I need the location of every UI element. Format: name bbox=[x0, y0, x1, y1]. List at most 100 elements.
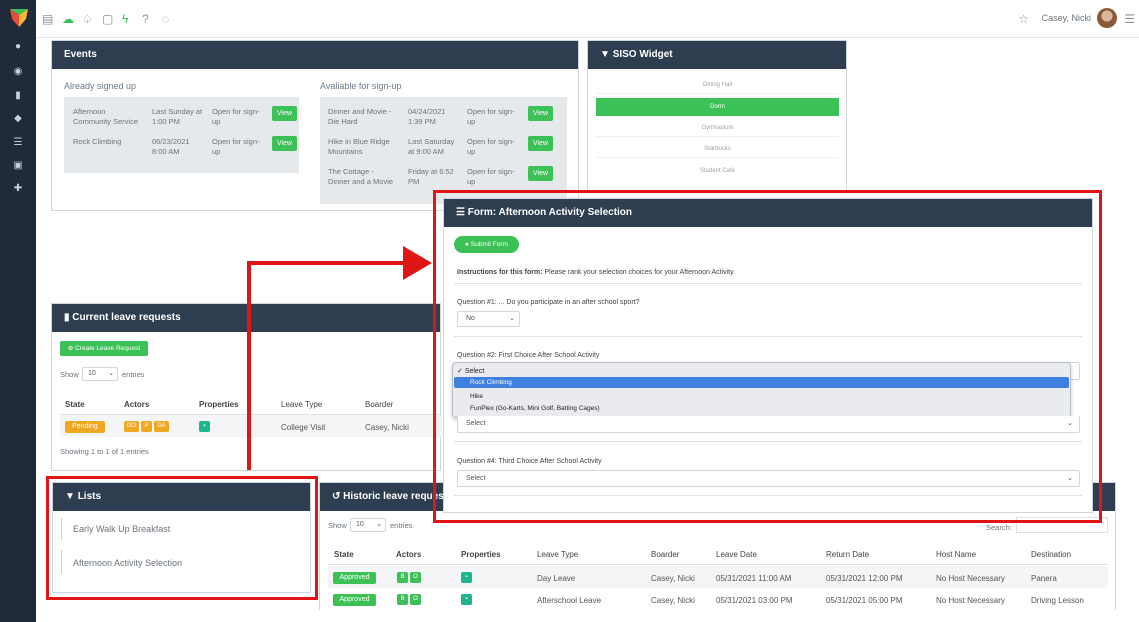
pin-icon: ▼ bbox=[65, 491, 78, 502]
comment-icon[interactable]: ▪ bbox=[199, 421, 210, 432]
comment-icon[interactable]: ▪ bbox=[461, 594, 472, 605]
event-name: Afternoon Community Service bbox=[73, 107, 139, 126]
form-modal: ☰ Form: Afternoon Activity Selection ● S… bbox=[443, 198, 1093, 513]
status-badge: Pending bbox=[65, 421, 105, 433]
dropdown-option[interactable]: Hike bbox=[470, 393, 483, 400]
column-header[interactable]: Leave Type bbox=[537, 550, 578, 559]
view-button[interactable]: View bbox=[272, 136, 297, 151]
event-date: Friday at 6:52 PM bbox=[408, 167, 454, 186]
siso-location[interactable]: Student Cafe bbox=[596, 163, 839, 180]
siso-widget: ▼ SISO Widget Dining Hall Dorm Gymnasium… bbox=[587, 40, 847, 192]
column-header[interactable]: Boarder bbox=[651, 550, 679, 559]
bolt-icon[interactable]: ϟ bbox=[122, 12, 128, 26]
show-label: Show bbox=[60, 370, 79, 379]
column-header[interactable]: State bbox=[334, 550, 354, 559]
siso-location[interactable]: Starbucks bbox=[596, 141, 839, 158]
leave-type-cell: Afterschool Leave bbox=[537, 596, 602, 605]
chat-icon[interactable]: ◆ bbox=[12, 113, 24, 125]
actor-badge: O bbox=[410, 594, 421, 605]
column-header[interactable]: Properties bbox=[461, 550, 501, 559]
siso-location[interactable]: Gymnasium bbox=[596, 120, 839, 137]
destination-cell: Driving Lesson bbox=[1031, 596, 1084, 605]
column-header[interactable]: Leave Date bbox=[716, 550, 757, 559]
entries-label: entries bbox=[390, 521, 413, 530]
list-icon[interactable]: ☰ bbox=[12, 137, 24, 149]
comment-icon[interactable]: ▪ bbox=[461, 572, 472, 583]
submit-form-button[interactable]: ● Submit Form bbox=[454, 236, 519, 253]
create-leave-button[interactable]: ⊕ Create Leave Request bbox=[60, 341, 148, 356]
question-1-label: Question #1: ... Do you participate in a… bbox=[457, 299, 640, 306]
view-button[interactable]: View bbox=[528, 106, 553, 121]
search-label: Search: bbox=[986, 523, 1012, 532]
lists-panel: ▼ Lists Early Walk Up Breakfast Afternoo… bbox=[52, 482, 311, 593]
status-badge: Approved bbox=[333, 572, 376, 584]
list-item[interactable]: Early Walk Up Breakfast bbox=[73, 524, 170, 534]
siso-title: ▼ SISO Widget bbox=[588, 41, 846, 69]
view-button[interactable]: View bbox=[272, 106, 297, 121]
events-panel: Events Already signed up Avaliable for s… bbox=[51, 40, 579, 211]
event-date: Last Sunday at 1:00 PM bbox=[152, 107, 203, 126]
siso-location[interactable]: Dining Hall bbox=[596, 77, 839, 94]
column-header[interactable]: State bbox=[65, 400, 85, 409]
table-footer: Showing 1 to 1 of 1 entries bbox=[60, 447, 149, 456]
dropdown-option[interactable]: ✓ Select bbox=[457, 367, 484, 375]
question-3-select[interactable]: Select ⌄ bbox=[457, 416, 1080, 433]
event-status: Open for sign-up bbox=[212, 137, 260, 156]
signed-up-heading: Already signed up bbox=[64, 81, 137, 91]
available-heading: Avaliable for sign-up bbox=[320, 81, 402, 91]
entries-label: entries bbox=[122, 370, 145, 379]
bell-icon[interactable]: ♤ bbox=[82, 12, 93, 26]
event-date: Last Saturday at 9:00 AM bbox=[408, 137, 455, 156]
view-button[interactable]: View bbox=[528, 136, 553, 151]
image-icon[interactable]: ▣ bbox=[12, 160, 24, 172]
events-title: Events bbox=[52, 41, 578, 69]
leave-date-cell: 05/31/2021 11:00 AM bbox=[716, 574, 792, 583]
event-date: 04/24/2021 1:39 PM bbox=[408, 107, 446, 126]
siso-location-active[interactable]: Dorm bbox=[596, 98, 839, 116]
host-cell: No Host Necessary bbox=[936, 596, 1005, 605]
actor-badge: O bbox=[410, 572, 421, 583]
actor-badge: P bbox=[141, 421, 152, 432]
return-date-cell: 05/31/2021 05:00 PM bbox=[826, 596, 903, 605]
message-icon[interactable]: ◌ bbox=[162, 12, 169, 26]
dashboard-icon[interactable]: ◉ bbox=[12, 66, 24, 78]
dropdown-option-highlight[interactable] bbox=[454, 377, 1069, 388]
avatar[interactable] bbox=[1097, 8, 1117, 28]
dropdown-option[interactable]: Rock Climbing bbox=[470, 379, 512, 386]
app-logo[interactable] bbox=[8, 6, 30, 28]
question-4-select[interactable]: Select ⌄ bbox=[457, 470, 1080, 487]
column-header[interactable]: Return Date bbox=[826, 550, 869, 559]
column-header[interactable]: Host Name bbox=[936, 550, 976, 559]
lists-title: ▼ Lists bbox=[53, 483, 310, 511]
leave-date-cell: 05/31/2021 03:00 PM bbox=[716, 596, 793, 605]
menu-icon[interactable]: ☰ bbox=[1124, 12, 1135, 26]
question-1-select[interactable]: No ⌄ bbox=[457, 311, 520, 327]
page-size-select[interactable]: 10 ⌄ bbox=[82, 367, 118, 381]
return-date-cell: 05/31/2021 12:00 PM bbox=[826, 574, 903, 583]
form-instructions: Instructions for this form: Please rank … bbox=[457, 269, 736, 276]
calendar-icon[interactable]: ▢ bbox=[102, 12, 113, 26]
history-icon: ↺ bbox=[332, 491, 344, 502]
event-name: Dinner and Movie - Die Hard bbox=[328, 107, 392, 126]
status-badge: Approved bbox=[333, 594, 376, 606]
column-header[interactable]: Actors bbox=[124, 400, 149, 409]
dropdown-option[interactable]: FunPlex (Go-Karts, Mini Golf, Batting Ca… bbox=[470, 405, 600, 412]
star-icon[interactable]: ☆ bbox=[1018, 12, 1029, 26]
info-icon[interactable]: ● bbox=[12, 41, 24, 53]
column-header[interactable]: Actors bbox=[396, 550, 421, 559]
building-icon[interactable]: ▮ bbox=[12, 90, 24, 102]
gift-icon[interactable]: ✚ bbox=[12, 183, 24, 195]
view-button[interactable]: View bbox=[528, 166, 553, 181]
column-header[interactable]: Destination bbox=[1031, 550, 1071, 559]
left-sidebar: ● ◉ ▮ ◆ ☰ ▣ ✚ bbox=[0, 0, 36, 622]
document-icon[interactable]: ▤ bbox=[42, 12, 53, 26]
actor-badge: DA bbox=[154, 421, 169, 432]
help-icon[interactable]: ? bbox=[142, 12, 149, 26]
user-name[interactable]: Casey, Nicki bbox=[1042, 13, 1091, 23]
page-size-select[interactable]: 10 ⌄ bbox=[350, 518, 386, 532]
cloud-icon[interactable]: ☁ bbox=[62, 12, 74, 26]
column-header[interactable]: Properties bbox=[199, 400, 239, 409]
list-item[interactable]: Afternoon Activity Selection bbox=[73, 558, 182, 568]
actor-badge: B bbox=[397, 572, 408, 583]
search-input[interactable] bbox=[1016, 517, 1108, 533]
